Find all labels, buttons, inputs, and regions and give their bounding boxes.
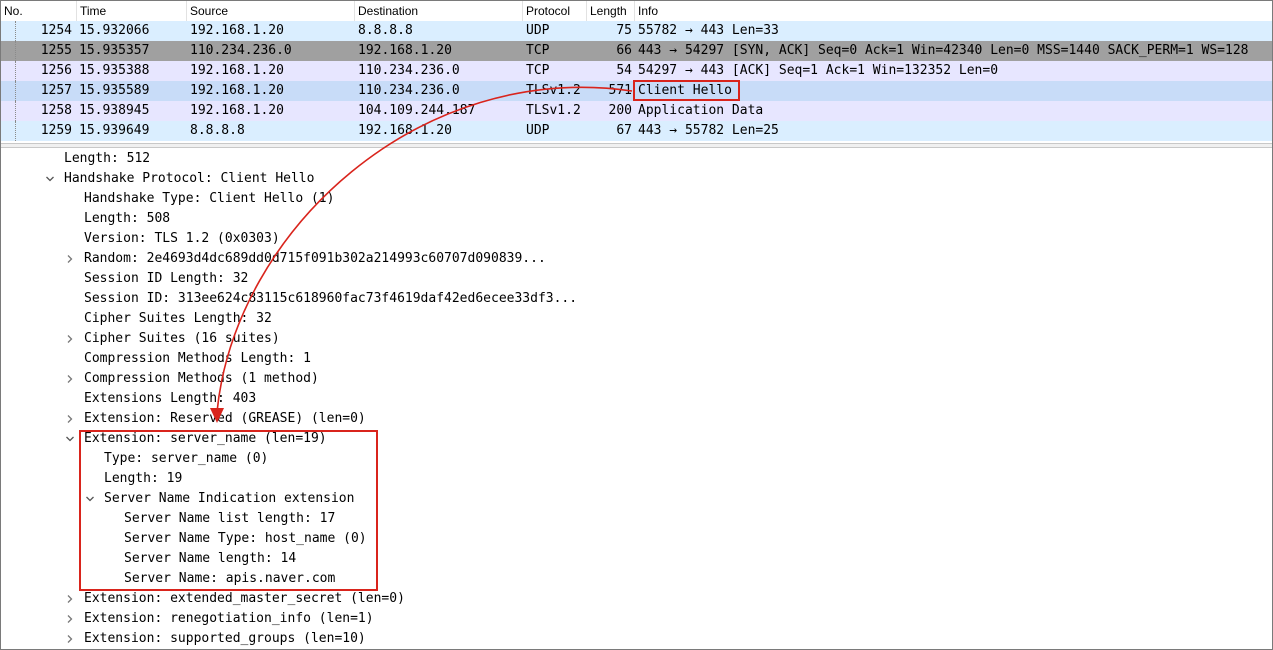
packet-cell-no: 1258	[40, 103, 72, 118]
packet-cell-time: 15.935589	[79, 83, 150, 98]
packet-row[interactable]: 1257 15.935589 192.168.1.20 110.234.236.0 TL…	[1, 81, 1272, 101]
packet-cell-no: 1255	[40, 43, 72, 58]
detail-tree-item[interactable]: Extensions Length: 403	[84, 389, 256, 409]
detail-tree-item[interactable]: Server Name: apis.naver.com	[124, 569, 335, 589]
detail-tree-item[interactable]: Type: server_name (0)	[104, 449, 268, 469]
detail-tree-item[interactable]: Session ID Length: 32	[84, 269, 248, 289]
chevron-right-icon[interactable]	[65, 609, 75, 629]
packet-cell-length: 67	[616, 123, 632, 138]
packet-cell-destination: 8.8.8.8	[358, 23, 413, 38]
column-header-destination[interactable]: Destination	[355, 1, 523, 21]
packet-cell-time: 15.935357	[79, 43, 150, 58]
packet-cell-info: 443 → 55782 Len=25	[638, 123, 779, 138]
detail-tree-item[interactable]: Handshake Type: Client Hello (1)	[84, 189, 334, 209]
packet-cell-source: 192.168.1.20	[190, 83, 284, 98]
detail-tree-item[interactable]: Length: 19	[104, 469, 182, 489]
packet-details-tree: Length: 512 Handshake Protocol: Client He…	[1, 149, 1272, 649]
packet-cell-info: 55782 → 443 Len=33	[638, 23, 779, 38]
packet-cell-length: 200	[608, 103, 632, 118]
column-header-time[interactable]: Time	[77, 1, 187, 21]
packet-cell-source: 192.168.1.20	[190, 63, 284, 78]
chevron-right-icon[interactable]	[65, 329, 75, 349]
detail-tree-item[interactable]: Handshake Protocol: Client Hello	[64, 169, 314, 189]
detail-tree-item[interactable]: Random: 2e4693d4dc689dd0d715f091b302a214…	[84, 249, 546, 269]
detail-tree-item[interactable]: Compression Methods Length: 1	[84, 349, 311, 369]
column-header-source[interactable]: Source	[187, 1, 355, 21]
chevron-right-icon[interactable]	[65, 409, 75, 429]
detail-tree-item[interactable]: Server Name Type: host_name (0)	[124, 529, 367, 549]
detail-tree-item[interactable]: Server Name Indication extension	[104, 489, 354, 509]
chevron-down-icon[interactable]	[85, 489, 95, 509]
packet-cell-destination: 104.109.244.187	[358, 103, 476, 118]
packet-cell-time: 15.939649	[79, 123, 150, 138]
packet-row[interactable]: 1258 15.938945 192.168.1.20 104.109.244.187…	[1, 101, 1272, 121]
packet-cell-no: 1254	[40, 23, 72, 38]
packet-cell-destination: 110.234.236.0	[358, 83, 460, 98]
wireshark-window: No. Time Source Destination Protocol Len…	[0, 0, 1273, 650]
chevron-right-icon[interactable]	[65, 249, 75, 269]
packet-cell-destination: 192.168.1.20	[358, 123, 452, 138]
detail-tree-item[interactable]: Extension: server_name (len=19)	[84, 429, 327, 449]
chevron-down-icon[interactable]	[65, 429, 75, 449]
packet-list-header: No. Time Source Destination Protocol Len…	[1, 1, 1272, 22]
detail-tree-item[interactable]: Session ID: 313ee624c83115c618960fac73f4…	[84, 289, 577, 309]
packet-cell-source: 110.234.236.0	[190, 43, 292, 58]
packet-cell-info: 443 → 54297 [SYN, ACK] Seq=0 Ack=1 Win=4…	[638, 43, 1249, 58]
packet-cell-time: 15.935388	[79, 63, 150, 78]
packet-cell-info: Application Data	[638, 103, 764, 118]
packet-rows: 1254 15.932066 192.168.1.20 8.8.8.8 UDP 75 557…	[1, 21, 1272, 141]
detail-tree-item[interactable]: Extension: Reserved (GREASE) (len=0)	[84, 409, 366, 429]
detail-tree-item[interactable]: Compression Methods (1 method)	[84, 369, 319, 389]
chevron-right-icon[interactable]	[65, 589, 75, 609]
packet-cell-source: 192.168.1.20	[190, 23, 284, 38]
packet-cell-length: 571	[608, 83, 632, 98]
packet-cell-time: 15.932066	[79, 23, 150, 38]
chevron-right-icon[interactable]	[65, 369, 75, 389]
packet-row[interactable]: 1256 15.935388 192.168.1.20 110.234.236.0 TC…	[1, 61, 1272, 81]
packet-cell-destination: 192.168.1.20	[358, 43, 452, 58]
detail-tree-item[interactable]: Length: 512	[64, 149, 150, 169]
packet-cell-length: 75	[616, 23, 632, 38]
packet-row[interactable]: 1259 15.939649 8.8.8.8 192.168.1.20 UDP 67 443…	[1, 121, 1272, 141]
packet-cell-length: 54	[616, 63, 632, 78]
packet-cell-no: 1257	[40, 83, 72, 98]
chevron-right-icon[interactable]	[65, 629, 75, 649]
column-header-length[interactable]: Length	[587, 1, 635, 21]
packet-cell-time: 15.938945	[79, 103, 150, 118]
detail-tree-item[interactable]: Length: 508	[84, 209, 170, 229]
packet-cell-no: 1259	[40, 123, 72, 138]
packet-cell-info: Client Hello	[638, 83, 732, 98]
packet-cell-protocol: TCP	[526, 43, 550, 58]
packet-cell-source: 8.8.8.8	[190, 123, 245, 138]
packet-row[interactable]: 1254 15.932066 192.168.1.20 8.8.8.8 UDP 75 557…	[1, 21, 1272, 41]
packet-cell-no: 1256	[40, 63, 72, 78]
column-header-no[interactable]: No.	[1, 1, 77, 21]
detail-tree-item[interactable]: Server Name length: 14	[124, 549, 296, 569]
packet-cell-protocol: TLSv1.2	[526, 83, 581, 98]
column-header-info[interactable]: Info	[635, 1, 1272, 21]
chevron-down-icon[interactable]	[45, 169, 55, 189]
packet-list: No. Time Source Destination Protocol Len…	[1, 1, 1272, 143]
packet-cell-info: 54297 → 443 [ACK] Seq=1 Ack=1 Win=132352…	[638, 63, 999, 78]
packet-cell-destination: 110.234.236.0	[358, 63, 460, 78]
column-header-protocol[interactable]: Protocol	[523, 1, 587, 21]
detail-tree-item[interactable]: Cipher Suites (16 suites)	[84, 329, 280, 349]
detail-tree-item[interactable]: Version: TLS 1.2 (0x0303)	[84, 229, 280, 249]
detail-tree-item[interactable]: Extension: extended_master_secret (len=0…	[84, 589, 405, 609]
packet-row[interactable]: 1255 15.935357 110.234.236.0 192.168.1.20 TC…	[1, 41, 1272, 61]
detail-tree-item[interactable]: Extension: supported_groups (len=10)	[84, 629, 366, 649]
packet-cell-protocol: TLSv1.2	[526, 103, 581, 118]
packet-cell-protocol: TCP	[526, 63, 550, 78]
packet-cell-length: 66	[616, 43, 632, 58]
pane-splitter[interactable]	[1, 143, 1272, 148]
packet-cell-protocol: UDP	[526, 23, 550, 38]
detail-tree-item[interactable]: Server Name list length: 17	[124, 509, 335, 529]
packet-cell-protocol: UDP	[526, 123, 550, 138]
detail-tree-item[interactable]: Extension: renegotiation_info (len=1)	[84, 609, 374, 629]
detail-tree-item[interactable]: Cipher Suites Length: 32	[84, 309, 272, 329]
packet-cell-source: 192.168.1.20	[190, 103, 284, 118]
